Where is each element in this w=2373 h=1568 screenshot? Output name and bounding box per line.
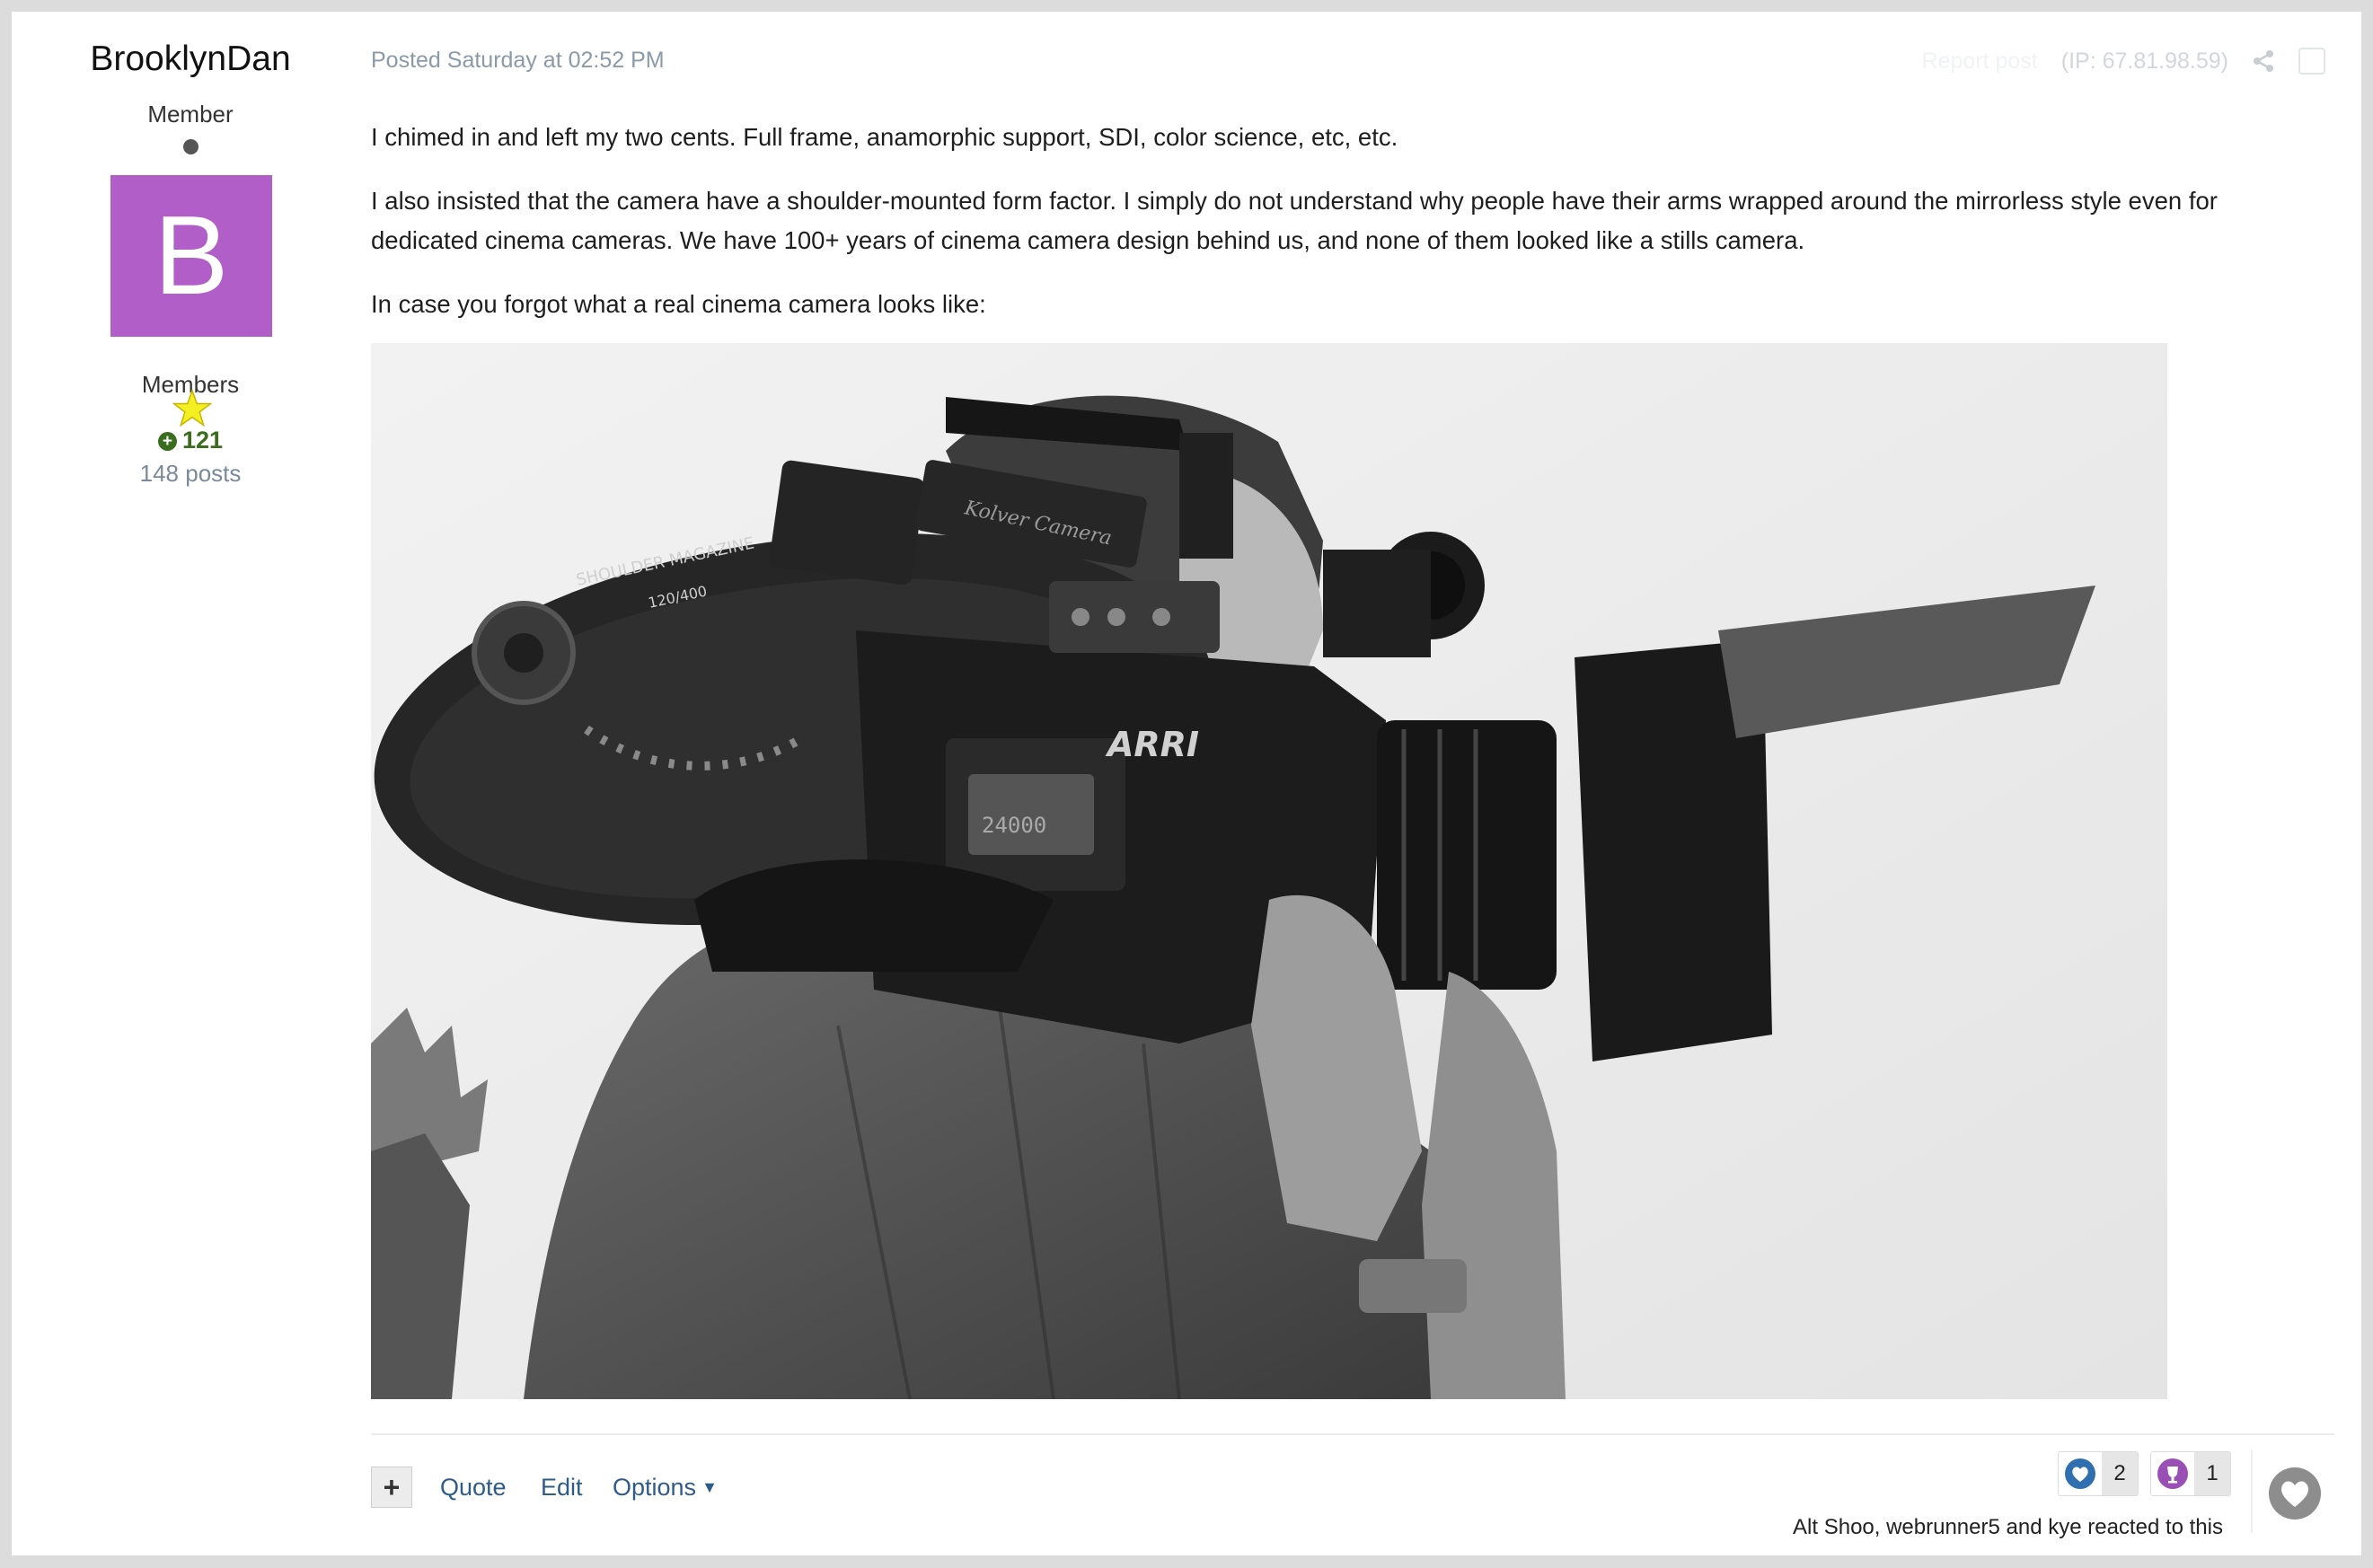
caret-down-icon: ▼ [701, 1478, 718, 1496]
post-image[interactable]: SHOULDER MAGAZINE 120/400 Kolver Camera … [371, 343, 2167, 1399]
options-label: Options [613, 1474, 697, 1501]
post-paragraph: In case you forgot what a real cinema ca… [371, 290, 986, 318]
post-count: 148 posts [139, 460, 242, 487]
edit-link[interactable]: Edit [541, 1474, 583, 1502]
post-timestamp[interactable]: Posted Saturday at 02:52 PM [371, 48, 665, 74]
trophy-reaction-icon [2151, 1452, 2194, 1495]
trophy-reaction[interactable]: 1 [2150, 1451, 2231, 1496]
reputation-badge[interactable]: +121 [12, 427, 369, 454]
ip-address[interactable]: (IP: 67.81.98.59) [2061, 48, 2228, 75]
author-title: Member [147, 101, 234, 128]
post-tools: Report post (IP: 67.81.98.59) [1922, 48, 2325, 75]
plus-circle-icon: + [157, 432, 177, 451]
report-post-link[interactable]: Report post [1922, 48, 2038, 75]
post-body: I chimed in and left my two cents. Full … [371, 118, 2293, 348]
divider [371, 1433, 2334, 1435]
quote-link[interactable]: Quote [440, 1474, 507, 1502]
star-icon [172, 389, 212, 427]
reputation-count: 121 [181, 427, 224, 454]
post-paragraph: I also insisted that the camera have a s… [371, 187, 2218, 254]
share-icon[interactable] [2252, 49, 2275, 73]
like-reaction[interactable]: 2 [2058, 1451, 2139, 1496]
camera-display: 24000 [982, 813, 1046, 838]
react-heart-button[interactable] [2268, 1467, 2322, 1520]
trophy-count: 1 [2194, 1452, 2230, 1495]
online-status-dot [183, 139, 198, 154]
author-name-link[interactable]: BrooklynDan [12, 39, 369, 81]
forum-post: BrooklynDan Member B Members +121 148 po… [12, 12, 2361, 1555]
post-paragraph: I chimed in and left my two cents. Full … [371, 123, 1398, 151]
arri-logo: ARRI [1105, 725, 1199, 764]
options-menu[interactable]: Options ▼ [613, 1474, 718, 1502]
like-count: 2 [2102, 1452, 2138, 1495]
avatar[interactable]: B [110, 175, 272, 337]
reaction-separator [2251, 1450, 2253, 1533]
heart-reaction-icon [2059, 1452, 2102, 1495]
reaction-summary-link[interactable]: Alt Shoo, webrunner5 and kye reacted to … [1793, 1515, 2223, 1540]
cinema-camera-photo: SHOULDER MAGAZINE 120/400 Kolver Camera … [371, 343, 2167, 1399]
multiquote-plus-button[interactable]: + [371, 1467, 412, 1508]
select-post-checkbox[interactable] [2298, 48, 2325, 75]
